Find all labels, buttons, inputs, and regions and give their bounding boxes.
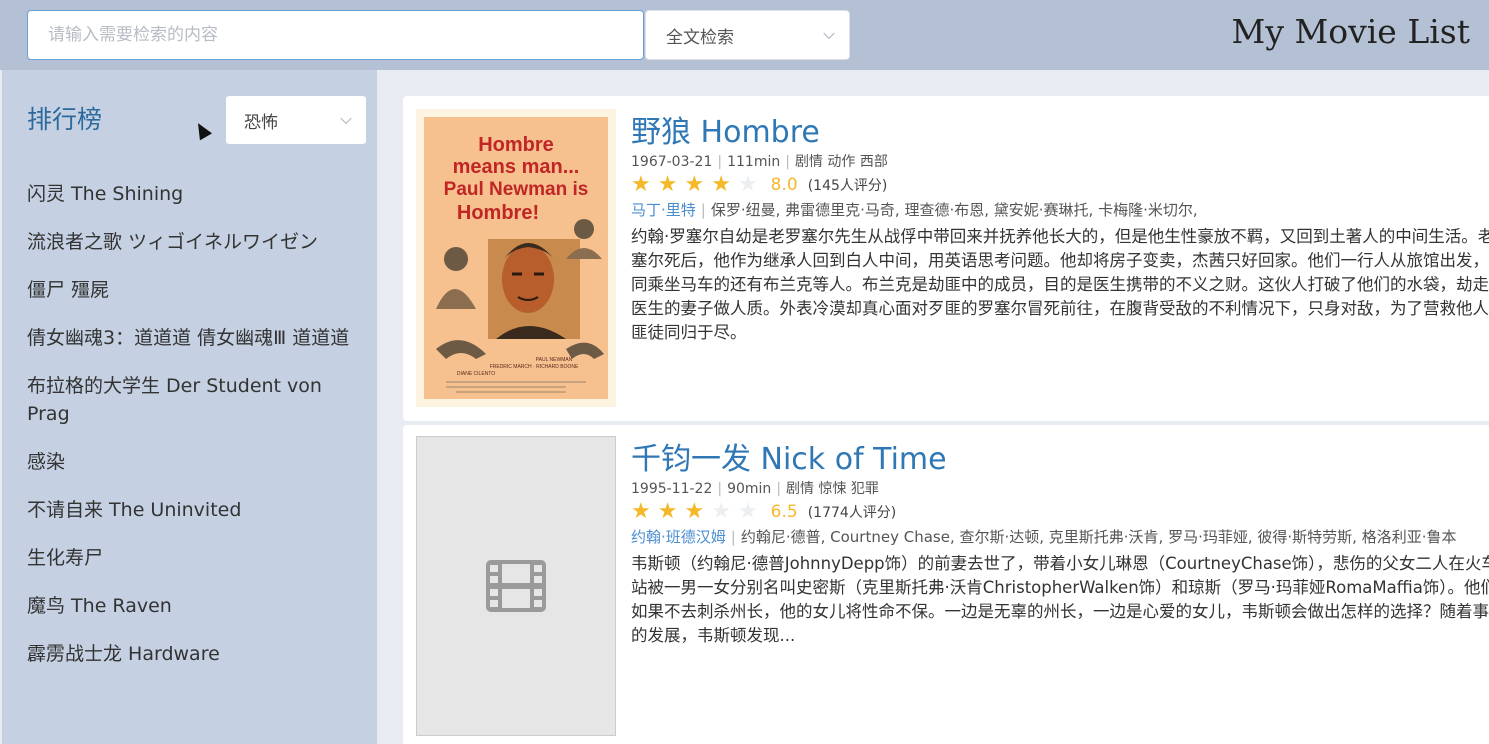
genres: 剧情 动作 西部	[794, 154, 888, 170]
rating-score: 6.5	[770, 502, 798, 522]
movie-info: 千钧一发 Nick of Time 1995-11-22 | 90min | 剧情 惊悚…	[631, 442, 1489, 648]
star-icon: ★	[711, 499, 731, 524]
ranking-item[interactable]: 流浪者之歌 ツィゴイネルワイゼン	[27, 228, 362, 256]
director-link[interactable]: 马丁·里特	[631, 201, 696, 219]
cast-list: 保罗·纽曼, 弗雷德里克·马奇, 理查德·布恩, 黛安妮·赛琳托, 卡梅隆·米切…	[710, 201, 1198, 219]
movie-poster[interactable]: Hombre means man... Paul Newman is Hombr…	[416, 109, 616, 407]
poster-text: Hombre	[478, 134, 554, 156]
runtime: 111min	[727, 154, 781, 170]
genre-select[interactable]: 恐怖	[226, 96, 366, 144]
poster-text: Paul Newman is	[444, 179, 589, 200]
movie-card: Hombre means man... Paul Newman is Hombr…	[403, 96, 1489, 421]
poster-text: Hombre!	[457, 202, 539, 224]
sidebar: 排行榜 恐怖 闪灵 The Shining 流浪者之歌 ツィゴイネルワイゼン 僵…	[2, 70, 377, 744]
star-icon: ★	[631, 172, 651, 197]
ranking-item[interactable]: 倩女幽魂3：道道道 倩女幽魂Ⅲ 道道道	[27, 324, 362, 352]
poster-placeholder[interactable]	[416, 436, 616, 736]
movie-title[interactable]: 野狼 Hombre	[631, 115, 1489, 151]
mouse-cursor-icon	[191, 119, 213, 141]
chevron-down-icon	[823, 27, 835, 40]
genres: 剧情 惊悚 犯罪	[786, 481, 879, 497]
poster-image: Hombre means man... Paul Newman is Hombr…	[416, 109, 616, 407]
star-icon: ★	[684, 172, 705, 197]
app-title: My Movie List	[1231, 12, 1470, 51]
movie-people: 马丁·里特 | 保罗·纽曼, 弗雷德里克·马奇, 理查德·布恩, 黛安妮·赛琳托, …	[631, 201, 1198, 219]
top-bar: 全文检索 My Movie List	[0, 0, 1489, 70]
movie-description: 韦斯顿（约翰尼·德普JohnnyDepp饰）的前妻去世了，带着小女儿琳恩（Cou…	[631, 554, 1489, 645]
ranking-item[interactable]: 魔鸟 The Raven	[27, 592, 362, 620]
movie-info: 野狼 Hombre 1967-03-21 | 111min | 剧情 动作 西部 ★ ★…	[631, 115, 1489, 345]
release-date: 1995-11-22	[631, 481, 713, 497]
film-icon	[486, 560, 546, 612]
movie-meta: 1967-03-21 | 111min | 剧情 动作 西部	[631, 154, 888, 170]
movie-meta: 1995-11-22 | 90min | 剧情 惊悚 犯罪	[631, 481, 879, 497]
star-icon: ★	[657, 172, 678, 197]
rating-count: (1774人评分)	[807, 505, 897, 521]
release-date: 1967-03-21	[631, 154, 713, 170]
poster-text: means man...	[453, 156, 580, 178]
poster-credits: FREDRIC MARCH · RICHARD BOONE	[490, 364, 579, 370]
movie-card: 千钧一发 Nick of Time 1995-11-22 | 90min | 剧情 惊悚…	[403, 425, 1489, 744]
ranking-item[interactable]: 霹雳战士龙 Hardware	[27, 640, 362, 668]
ranking-item[interactable]: 布拉格的大学生 Der Student von Prag	[27, 372, 362, 428]
poster-credits: DIANE CILENTO	[457, 371, 495, 377]
genre-select-label: 恐怖	[244, 112, 278, 133]
ranking-item[interactable]: 僵尸 殭屍	[27, 276, 362, 304]
movie-people: 约翰·班德汉姆 | 约翰尼·德普, Courtney Chase, 查尔斯·达顿, …	[631, 528, 1457, 546]
rating-count: (145人评分)	[807, 178, 888, 194]
rating-score: 8.0	[770, 175, 798, 195]
star-icon: ★	[631, 499, 651, 524]
star-icon: ★	[657, 499, 678, 524]
ranking-item[interactable]: 生化寿尸	[27, 544, 362, 572]
chevron-down-icon	[340, 112, 352, 125]
director-link[interactable]: 约翰·班德汉姆	[631, 528, 726, 546]
movie-title[interactable]: 千钧一发 Nick of Time	[631, 442, 1489, 478]
ranking-item[interactable]: 不请自来 The Uninvited	[27, 496, 362, 524]
movie-description: 约翰·罗塞尔自幼是老罗塞尔先生从战俘中带回来并抚养他长大的，但是他生性豪放不羁，…	[631, 227, 1489, 342]
ranking-title: 排行榜	[27, 105, 103, 134]
star-icon: ★	[737, 499, 758, 524]
search-input[interactable]	[27, 10, 644, 60]
star-icon: ★	[737, 172, 758, 197]
ranking-item[interactable]: 闪灵 The Shining	[27, 180, 362, 208]
star-icon: ★	[684, 499, 705, 524]
poster-credits: PAUL NEWMAN	[536, 357, 573, 363]
ranking-item[interactable]: 感染	[27, 448, 362, 476]
search-mode-select[interactable]: 全文检索	[645, 10, 850, 60]
rating: ★ ★ ★ ★ ★ 6.5 (1774人评分)	[631, 499, 1489, 525]
ranking-list: 闪灵 The Shining 流浪者之歌 ツィゴイネルワイゼン 僵尸 殭屍 倩女…	[27, 180, 362, 688]
cast-list: 约翰尼·德普, Courtney Chase, 查尔斯·达顿, 克里斯托弗·沃肯…	[740, 528, 1457, 546]
runtime: 90min	[727, 481, 772, 497]
star-icon: ★	[711, 172, 731, 197]
rating: ★ ★ ★ ★ ★ 8.0 (145人评分)	[631, 172, 1489, 198]
search-mode-label: 全文检索	[666, 27, 734, 48]
